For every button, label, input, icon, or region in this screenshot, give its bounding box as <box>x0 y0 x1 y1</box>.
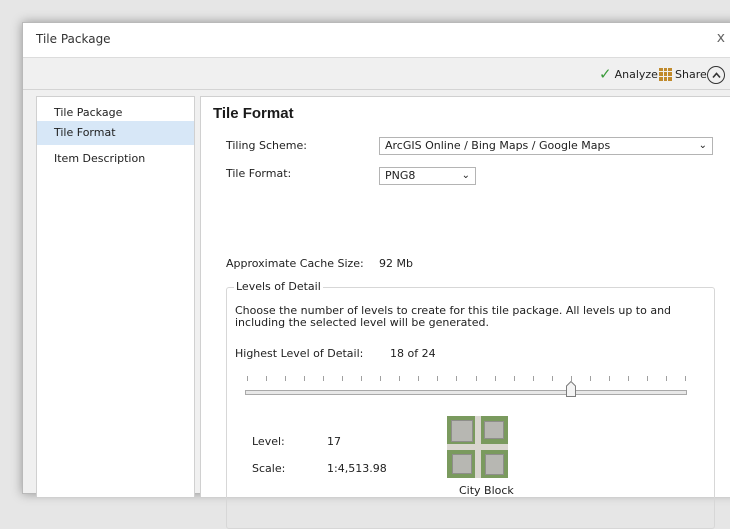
slider-tick <box>266 376 267 381</box>
chevron-down-icon: ⌄ <box>698 140 707 151</box>
slider-tick <box>495 376 496 381</box>
slider-tick <box>437 376 438 381</box>
slider-tick <box>304 376 305 381</box>
page-title: Tile Format <box>213 105 294 122</box>
level-label: Level: <box>252 435 285 448</box>
slider-tick <box>533 376 534 381</box>
level-value: 17 <box>327 435 341 448</box>
slider-tick <box>323 376 324 381</box>
slider-tick <box>685 376 686 381</box>
scale-value: 1:4,513.98 <box>327 462 387 475</box>
sidebar-item-label: Tile Format <box>54 126 116 139</box>
slider-tick <box>342 376 343 381</box>
sidebar-item-tile-format[interactable]: Tile Format <box>37 121 194 145</box>
slider-tick <box>418 376 419 381</box>
level-slider-track[interactable] <box>245 390 687 395</box>
sidebar-item-item-description[interactable]: Item Description <box>37 147 194 171</box>
slider-tick <box>666 376 667 381</box>
tiling-scheme-label: Tiling Scheme: <box>226 139 307 152</box>
levels-description: Choose the number of levels to create fo… <box>235 304 672 329</box>
slider-tick <box>590 376 591 381</box>
title-bar: Tile Package x <box>23 23 730 58</box>
window-title: Tile Package <box>36 32 111 46</box>
grid-package-icon <box>659 67 672 81</box>
slider-tick <box>514 376 515 381</box>
sidebar: Tile Package Tile Format Item Descriptio… <box>36 96 195 498</box>
chevron-up-circle-icon[interactable] <box>707 66 725 84</box>
sidebar-item-label: Item Description <box>54 152 146 165</box>
checkmark-icon: ✓ <box>599 65 612 83</box>
analyze-button[interactable]: ✓ Analyze <box>599 65 658 83</box>
tile-format-value: PNG8 <box>385 169 416 182</box>
share-label: Share <box>675 67 707 81</box>
sidebar-item-label: Tile Package <box>54 106 123 119</box>
slider-tick <box>399 376 400 381</box>
slider-tick <box>247 376 248 381</box>
tile-format-label: Tile Format: <box>226 167 292 180</box>
chevron-down-icon: ⌄ <box>461 170 470 181</box>
slider-tick <box>476 376 477 381</box>
slider-tick <box>456 376 457 381</box>
slider-tick <box>647 376 648 381</box>
slider-tick <box>361 376 362 381</box>
slider-tick <box>609 376 610 381</box>
tile-format-select[interactable]: PNG8 ⌄ <box>379 167 476 185</box>
main-panel: Tile Format Tiling Scheme: ArcGIS Online… <box>200 96 730 529</box>
tile-package-window: Tile Package x ✓ Analyze Share Tile Pack… <box>22 22 730 529</box>
level-slider-thumb[interactable] <box>566 380 576 397</box>
slider-tick <box>380 376 381 381</box>
tiling-scheme-select[interactable]: ArcGIS Online / Bing Maps / Google Maps … <box>379 137 713 155</box>
analyze-label: Analyze <box>614 67 658 81</box>
toolbar: ✓ Analyze Share <box>23 58 730 90</box>
share-button[interactable]: Share <box>659 65 707 83</box>
scale-label: Scale: <box>252 462 286 475</box>
preview-caption: City Block <box>459 484 514 497</box>
levels-of-detail-legend: Levels of Detail <box>234 280 323 293</box>
cache-size-value: 92 Mb <box>379 257 413 270</box>
slider-tick <box>628 376 629 381</box>
tiling-scheme-value: ArcGIS Online / Bing Maps / Google Maps <box>385 139 611 152</box>
levels-of-detail-group: Levels of Detail Choose the number of le… <box>226 280 715 529</box>
slider-tick <box>552 376 553 381</box>
slider-tick <box>285 376 286 381</box>
close-icon[interactable]: x <box>717 30 725 46</box>
city-block-preview-image <box>447 416 508 478</box>
highest-level-value: 18 of 24 <box>390 347 436 360</box>
highest-level-label: Highest Level of Detail: <box>235 347 364 360</box>
cache-size-label: Approximate Cache Size: <box>226 257 364 270</box>
slider-ticks <box>247 376 686 382</box>
